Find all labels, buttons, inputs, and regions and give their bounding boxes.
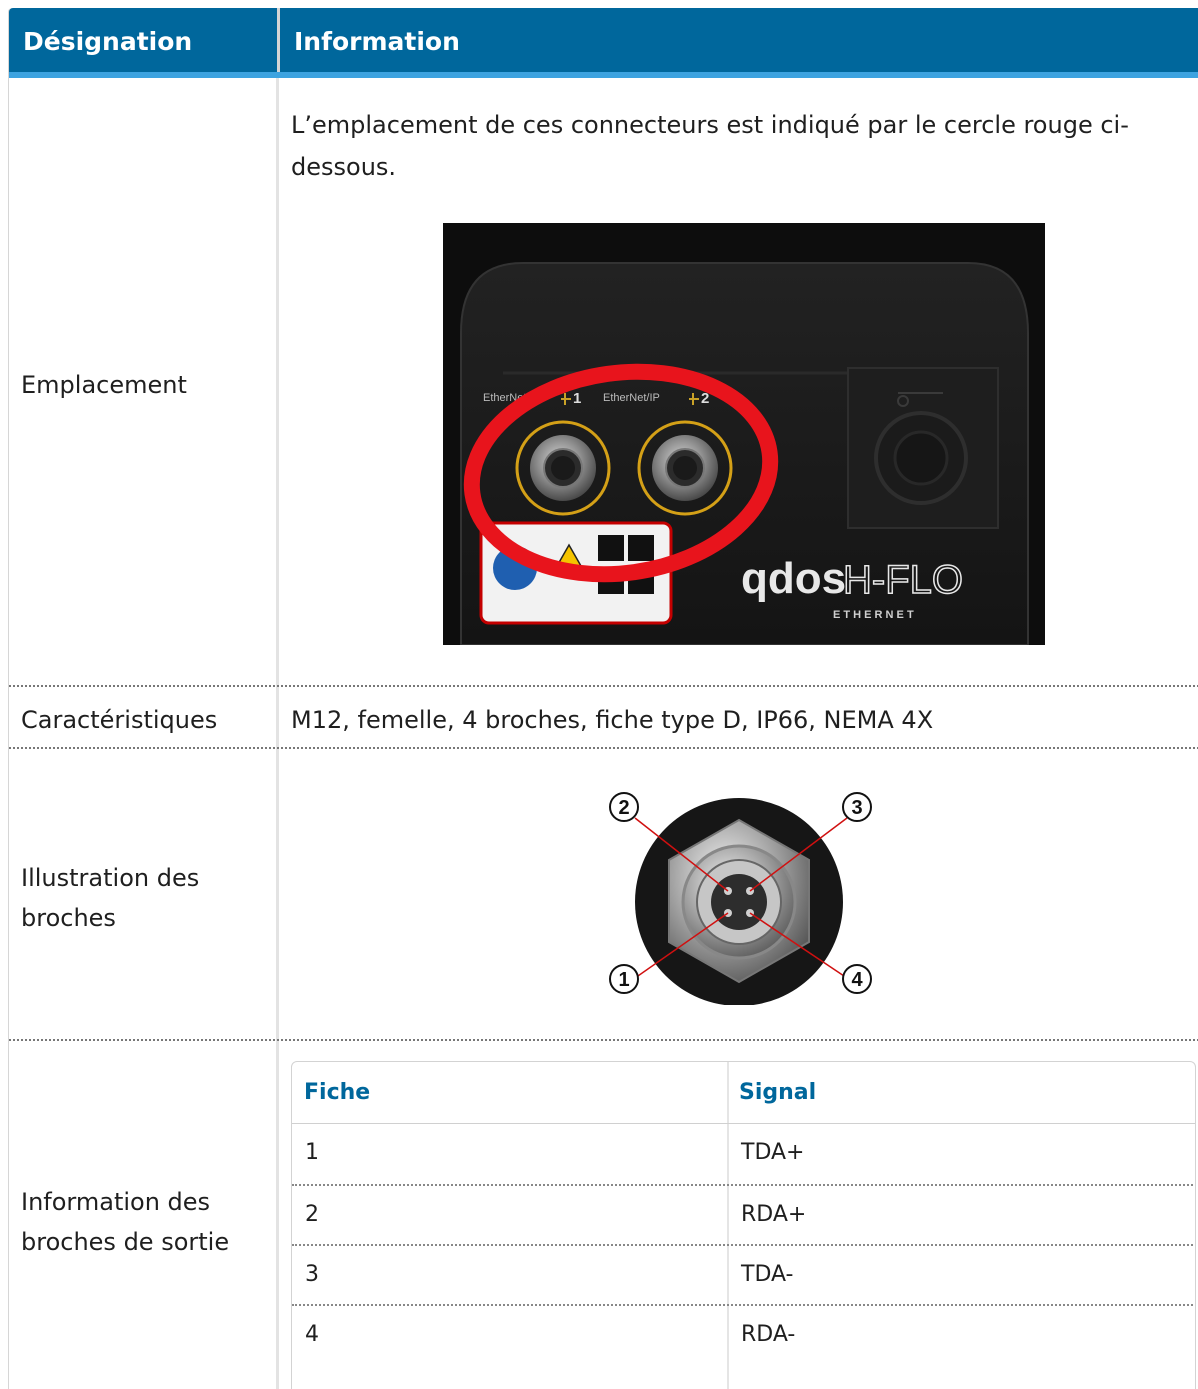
svg-text:4: 4 xyxy=(851,969,863,991)
label-caracteristiques: Caractéristiques xyxy=(21,706,218,734)
svg-text:2: 2 xyxy=(618,797,629,819)
connector-location-photo: EtherNet/IP 1 EtherNet/IP 2 qdos H-FLO E… xyxy=(443,223,1045,645)
row-separator xyxy=(9,1039,1198,1041)
svg-text:3: 3 xyxy=(851,797,862,819)
header-designation: Désignation xyxy=(23,27,193,56)
pin-signal: TDA- xyxy=(741,1262,794,1287)
caracteristiques-text: M12, femelle, 4 broches, fiche type D, I… xyxy=(291,706,934,734)
table-row: 4 RDA- xyxy=(292,1304,1195,1364)
table-row: 1 TDA+ xyxy=(292,1124,1195,1184)
pin-number: 2 xyxy=(305,1202,319,1227)
row-separator xyxy=(9,685,1198,687)
model-logo: H-FLO xyxy=(843,558,963,602)
row-separator xyxy=(9,747,1198,749)
ethernet-logo-text: E T H E R N E T xyxy=(833,609,914,621)
table-row: 2 RDA+ xyxy=(292,1184,1195,1244)
pinout-header-fiche: Fiche xyxy=(304,1080,371,1105)
pin-callout-3: 3 xyxy=(842,792,872,822)
emplacement-text-line1: L’emplacement de ces connecteurs est ind… xyxy=(291,111,1129,139)
column-divider xyxy=(276,78,279,1389)
svg-text:1: 1 xyxy=(618,969,629,991)
pin-number: 3 xyxy=(305,1262,319,1287)
pin-number: 4 xyxy=(305,1322,319,1347)
pin-callout-2: 2 xyxy=(609,792,639,822)
table-header: Désignation Information xyxy=(9,8,1198,78)
pin-number: 1 xyxy=(305,1140,319,1165)
pin-signal: RDA+ xyxy=(741,1202,807,1227)
port2-label: EtherNet/IP xyxy=(603,392,660,404)
header-information: Information xyxy=(277,8,1198,72)
pin-callout-1: 1 xyxy=(609,964,639,994)
label-emplacement: Emplacement xyxy=(21,371,187,399)
table-row: 3 TDA- xyxy=(292,1244,1195,1304)
pinout-table: Fiche Signal 1 TDA+ 2 RDA+ 3 TDA- 4 RDA- xyxy=(291,1061,1196,1389)
pinout-table-header: Fiche Signal xyxy=(292,1062,1195,1124)
label-information-line1: Information des xyxy=(21,1188,211,1216)
label-illustration-line2: broches xyxy=(21,904,116,932)
label-information-line2: broches de sortie xyxy=(21,1228,230,1256)
label-illustration-line1: Illustration des xyxy=(21,864,200,892)
pin-signal: RDA- xyxy=(741,1322,796,1347)
port1-number: 1 xyxy=(573,390,581,407)
pin-signal: TDA+ xyxy=(741,1140,805,1165)
pin-callout-4: 4 xyxy=(842,964,872,994)
brand-logo: qdos xyxy=(741,554,846,603)
emplacement-text-line2: dessous. xyxy=(291,153,397,181)
pinout-header-signal: Signal xyxy=(739,1080,817,1105)
pin-diagram: 2 3 1 4 xyxy=(589,780,891,1005)
